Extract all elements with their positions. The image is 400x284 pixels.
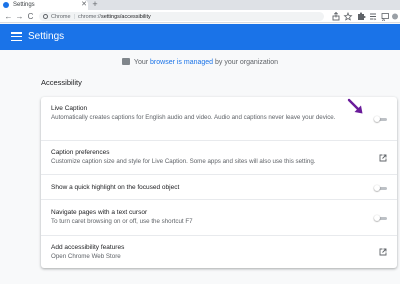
tab-strip: Settings ✕ +	[0, 0, 400, 10]
site-info-icon[interactable]	[43, 14, 48, 19]
settings-header: Settings	[0, 24, 400, 50]
managed-link[interactable]: browser is managed	[150, 59, 213, 66]
focus-highlight-toggle[interactable]	[374, 185, 388, 191]
managed-banner: Your browser is managed by your organiza…	[0, 58, 400, 68]
caret-browsing-toggle[interactable]	[374, 215, 388, 221]
cast-icon[interactable]	[380, 10, 390, 23]
open-external-icon[interactable]	[379, 248, 387, 256]
tab-title: Settings	[13, 2, 35, 8]
caret-browsing-description: To turn caret browsing on or off, use th…	[51, 218, 193, 225]
url-separator: |	[73, 13, 75, 20]
annotation-arrow-icon	[347, 98, 363, 114]
browser-toolbar: ← → C Chrome | chrome://settings/accessi…	[0, 10, 400, 23]
caret-browsing-row[interactable]: Navigate pages with a text cursor To tur…	[41, 199, 397, 235]
address-bar[interactable]: Chrome | chrome://settings/accessibility	[39, 12, 324, 21]
bookmark-star-icon[interactable]	[343, 10, 353, 23]
url-host: chrome://	[78, 13, 101, 20]
live-caption-label: Live Caption	[51, 105, 88, 112]
extensions-puzzle-icon[interactable]	[356, 10, 366, 23]
caption-preferences-row[interactable]: Caption preferences Customize caption si…	[41, 140, 397, 174]
tab-settings[interactable]: Settings ✕	[0, 0, 88, 10]
focus-highlight-label: Show a quick highlight on the focused ob…	[51, 184, 180, 191]
section-title: Accessibility	[41, 78, 82, 87]
page-title: Settings	[28, 31, 65, 42]
menu-icon[interactable]	[11, 32, 22, 42]
url-path: settings/accessibility	[100, 13, 151, 20]
back-button[interactable]: ←	[4, 10, 13, 23]
add-accessibility-features-row[interactable]: Add accessibility features Open Chrome W…	[41, 235, 397, 268]
share-icon[interactable]	[331, 10, 341, 23]
open-external-icon[interactable]	[379, 154, 387, 162]
add-features-description: Open Chrome Web Store	[51, 253, 121, 260]
managed-prefix: Your	[133, 59, 149, 66]
managed-building-icon	[121, 58, 130, 65]
live-caption-row[interactable]: Live Caption Automatically creates capti…	[41, 97, 397, 140]
live-caption-description: Automatically creates captions for Engli…	[51, 114, 336, 121]
url-scheme-label: Chrome	[51, 13, 71, 20]
live-caption-toggle[interactable]	[374, 116, 388, 122]
profile-avatar-icon[interactable]	[391, 10, 399, 23]
managed-suffix: by your organization	[215, 59, 279, 66]
media-controls-icon[interactable]	[368, 10, 378, 23]
tab-close-icon[interactable]: ✕	[80, 0, 88, 10]
settings-favicon-icon	[3, 2, 9, 8]
reload-button[interactable]: C	[26, 10, 35, 23]
add-features-label: Add accessibility features	[51, 244, 125, 251]
forward-button[interactable]: →	[15, 10, 24, 23]
accessibility-card: Live Caption Automatically creates capti…	[41, 97, 397, 268]
caption-preferences-description: Customize caption size and style for Liv…	[51, 158, 316, 165]
caret-browsing-label: Navigate pages with a text cursor	[51, 209, 148, 216]
caption-preferences-label: Caption preferences	[51, 149, 110, 156]
focus-highlight-row[interactable]: Show a quick highlight on the focused ob…	[41, 174, 397, 199]
new-tab-button[interactable]: +	[91, 0, 99, 10]
